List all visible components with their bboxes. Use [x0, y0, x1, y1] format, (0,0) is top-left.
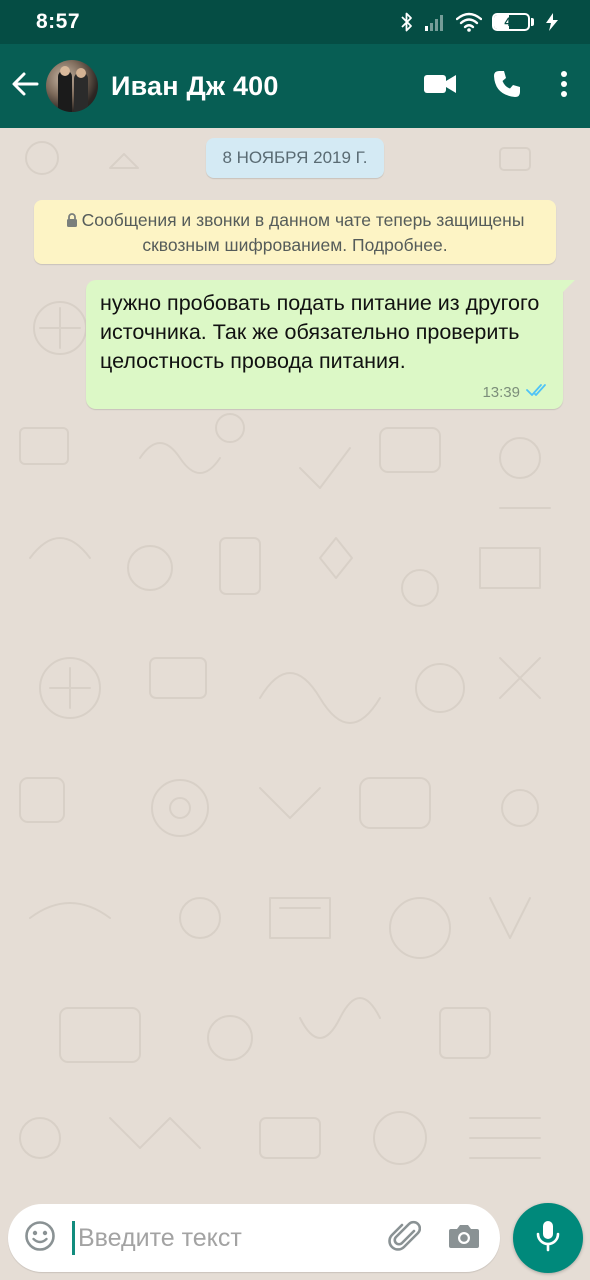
message-time: 13:39	[482, 383, 520, 401]
back-button[interactable]	[2, 44, 48, 128]
camera-button[interactable]	[442, 1222, 486, 1255]
camera-icon	[448, 1222, 480, 1255]
avatar-figure	[58, 70, 72, 112]
lock-icon	[66, 209, 78, 233]
text-caret	[72, 1221, 75, 1255]
message-text: нужно пробовать подать питание из другог…	[100, 291, 540, 373]
chat-area[interactable]: 8 НОЯБРЯ 2019 Г. Сообщения и звонки в да…	[0, 128, 590, 1200]
message-placeholder: Введите текст	[78, 1223, 242, 1252]
battery-level: 44	[492, 13, 530, 31]
video-call-button[interactable]	[410, 44, 470, 128]
bluetooth-icon	[400, 11, 414, 33]
read-ticks-icon	[526, 382, 552, 402]
emoji-icon	[24, 1220, 56, 1257]
mic-icon	[535, 1219, 561, 1258]
more-options-button[interactable]	[552, 44, 576, 128]
voice-record-button[interactable]	[513, 1203, 583, 1273]
voice-call-button[interactable]	[482, 44, 532, 128]
chat-header: Иван Дж 400	[0, 44, 590, 128]
avatar-figure	[76, 68, 86, 78]
encryption-notice-text: Сообщения и звонки в данном чате теперь …	[81, 210, 525, 255]
bubble-tail	[562, 280, 575, 293]
attach-button[interactable]	[382, 1219, 426, 1258]
avatar-figure	[60, 66, 70, 76]
message-input[interactable]: Введите текст	[72, 1216, 382, 1260]
avatar-figure	[74, 72, 88, 112]
more-vert-icon	[560, 70, 568, 103]
phone-icon	[492, 69, 522, 104]
message-input-box[interactable]: Введите текст	[8, 1204, 500, 1272]
wifi-icon	[456, 12, 482, 32]
signal-icon	[424, 12, 446, 32]
header-actions	[410, 44, 576, 128]
video-call-icon	[423, 73, 457, 100]
date-chip: 8 НОЯБРЯ 2019 Г.	[206, 138, 384, 178]
charging-icon	[544, 12, 560, 32]
status-icons: 44	[400, 11, 560, 33]
back-arrow-icon	[11, 71, 39, 102]
avatar[interactable]	[46, 60, 98, 112]
encryption-notice[interactable]: Сообщения и звонки в данном чате теперь …	[34, 200, 556, 264]
battery-text: 44	[504, 15, 518, 29]
battery-tip	[531, 18, 534, 26]
battery-icon: 44	[492, 13, 534, 31]
composer: Введите текст	[0, 1200, 590, 1280]
emoji-button[interactable]	[8, 1220, 72, 1257]
status-time: 8:57	[36, 10, 81, 33]
status-bar: 8:57 44	[0, 0, 590, 44]
contact-name[interactable]: Иван Дж 400	[111, 71, 410, 102]
attach-icon	[387, 1219, 422, 1258]
outgoing-message[interactable]: нужно пробовать подать питание из другог…	[86, 280, 575, 409]
message-meta: 13:39	[482, 382, 552, 402]
